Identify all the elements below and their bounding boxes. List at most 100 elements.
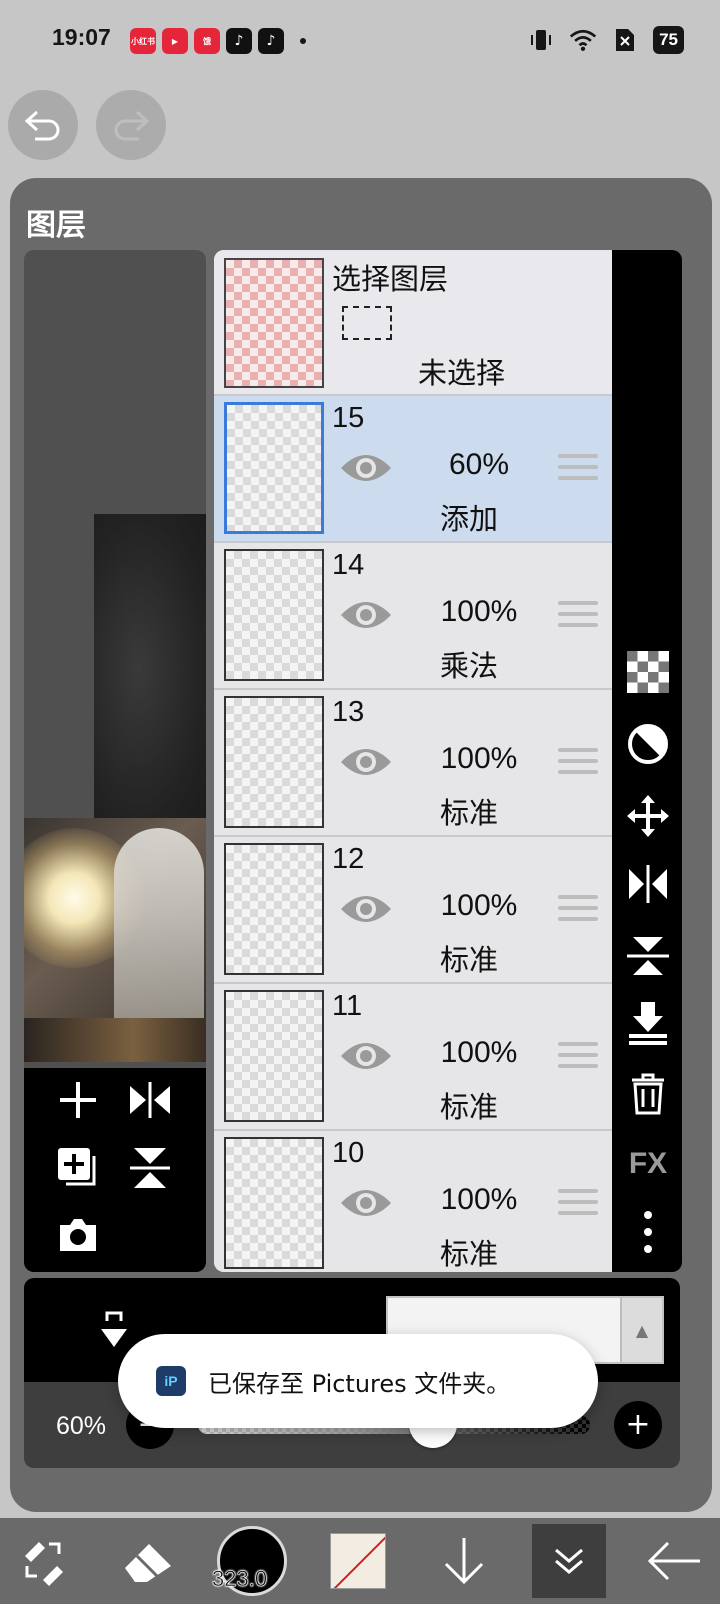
layer-visibility-toggle[interactable] [338,889,394,929]
battery-indicator: 75 [653,26,684,54]
move-icon [627,795,669,837]
more-options-button[interactable] [626,1210,670,1254]
layer-visibility-toggle[interactable] [338,742,394,782]
flip-horizontal-icon [629,865,667,903]
layer-drag-handle[interactable] [558,1189,598,1221]
layer-visibility-toggle[interactable] [338,1183,394,1223]
checkerboard-icon [627,651,669,693]
arrow-left-icon [647,1541,700,1581]
merge-down-button[interactable] [626,1002,670,1046]
eye-icon [341,749,391,775]
camera-import-button[interactable] [52,1208,104,1260]
redo-button[interactable] [96,90,166,160]
camera-icon [60,1219,96,1251]
layer-row-10[interactable]: 10 100% 标准 [214,1131,612,1272]
layer-opacity: 100% [440,742,518,775]
bottom-toolbar: 323.0 [0,1518,720,1604]
eraser-tool-button[interactable] [116,1524,180,1598]
layer-blend-mode: 添加 [439,502,498,536]
layer-down-button[interactable] [436,1524,492,1598]
layer-drag-handle[interactable] [558,748,598,780]
flip-vertical-icon [130,1148,170,1188]
layer-number: 12 [332,843,365,875]
flip-horizontal-layer-button[interactable] [124,1074,176,1126]
wifi-icon [569,26,597,54]
selection-marquee-icon [342,306,392,340]
undo-button[interactable] [8,90,78,160]
layer-fx-button[interactable]: FX [626,1142,670,1186]
selection-layer-row[interactable]: 选择图层 未选择 [214,250,612,396]
tiktok-app-icon-2: ♪ [258,28,284,54]
status-time: 19:07 [52,24,111,50]
layer-number: 13 [332,696,365,728]
dropdown-up-icon: ▲ [620,1298,662,1362]
xiaohongshu-app-icon: 小红书 [130,28,156,54]
layer-panel-toggle-button[interactable] [532,1524,606,1598]
more-vertical-icon [644,1211,652,1253]
flip-vertical-layer-button[interactable] [124,1142,176,1194]
clip-down-icon[interactable] [94,1306,134,1356]
eye-icon [341,455,391,481]
layer-row-12[interactable]: 12 100% 标准 [214,837,612,984]
back-button[interactable] [644,1524,704,1598]
color-picker-button[interactable] [328,1524,388,1598]
layer-visibility-toggle[interactable] [338,1036,394,1076]
status-right: 75 [527,26,684,54]
layer-drag-handle[interactable] [558,895,598,927]
opacity-increase-button[interactable]: + [614,1401,662,1449]
layer-number: 11 [332,990,363,1022]
more-notifications-dot [300,38,306,44]
eye-icon [341,896,391,922]
layer-drag-handle[interactable] [558,601,598,633]
eye-icon [341,1043,391,1069]
plus-icon [60,1082,96,1118]
layer-visibility-toggle[interactable] [338,448,394,488]
transform-tool-icon [25,1542,63,1586]
video-app-icon: ▶ [162,28,188,54]
layer-opacity: 100% [440,1036,518,1069]
duplicate-layer-button[interactable] [52,1142,104,1194]
transform-tool-button[interactable] [14,1524,74,1598]
layer-drag-handle[interactable] [558,454,598,486]
layer-thumbnail [224,696,324,828]
plus-icon: + [625,1407,651,1442]
layer-opacity: 100% [440,1183,518,1216]
layer-thumbnail [224,1137,324,1269]
layer-blend-mode: 标准 [439,796,498,830]
artwork-figure [114,828,204,1048]
tiktok-app-icon: ♪ [226,28,252,54]
clipping-mask-button[interactable] [626,722,670,766]
layer-drag-handle[interactable] [558,1042,598,1074]
layer-row-11[interactable]: 11 100% 标准 [214,984,612,1131]
merge-down-icon [629,1002,667,1045]
panel-title: 图层 [26,208,86,243]
layer-thumbnail [224,843,324,975]
flip-vertical-button[interactable] [626,934,670,978]
duplicate-layer-icon [58,1148,96,1186]
status-bar: 19:07 小红书 ▶ 饿 ♪ ♪ 75 [0,0,720,84]
flip-horizontal-button[interactable] [626,862,670,906]
layer-thumbnail [224,402,324,534]
toast-message: 已保存至 Pictures 文件夹。 [208,1369,511,1398]
layer-blend-mode: 标准 [439,943,498,977]
undo-icon [24,110,60,141]
transparency-lock-button[interactable] [626,650,670,694]
layer-number: 10 [332,1137,365,1169]
selection-layer-status: 未选择 [418,356,506,390]
notification-app-icons: 小红书 ▶ 饿 ♪ ♪ [130,28,306,54]
add-layer-button[interactable] [52,1074,104,1126]
move-layer-button[interactable] [626,794,670,838]
selection-layer-title: 选择图层 [332,262,449,296]
layer-row-15[interactable]: 15 60% 添加 [214,396,612,543]
layer-row-13[interactable]: 13 100% 标准 [214,690,612,837]
arrow-down-icon [444,1538,484,1585]
canvas-preview[interactable] [24,250,206,1272]
delete-layer-button[interactable] [626,1072,670,1116]
layer-opacity: 60% [448,448,510,481]
eleme-app-icon: 饿 [194,28,220,54]
preview-dark-area [94,514,206,824]
layer-visibility-toggle[interactable] [338,595,394,635]
layer-blend-mode: 标准 [439,1090,498,1124]
layer-number: 14 [332,549,365,581]
layer-row-14[interactable]: 14 100% 乘法 [214,543,612,690]
